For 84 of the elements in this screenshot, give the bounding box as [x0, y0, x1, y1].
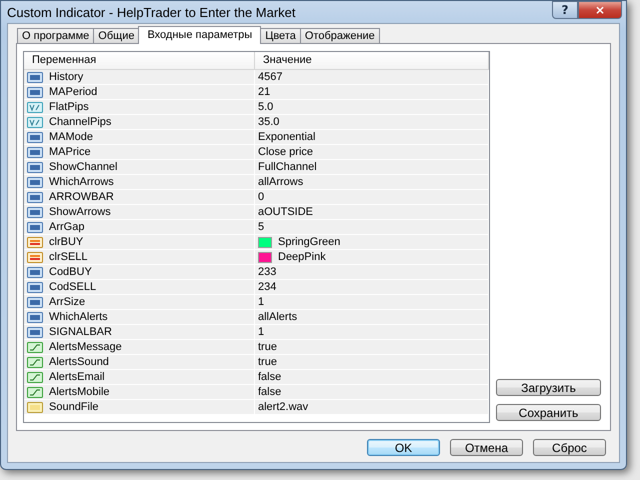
parameter-value[interactable]: FullChannel: [258, 160, 317, 174]
parameter-value[interactable]: 35.0: [258, 115, 280, 129]
parameter-name: History: [49, 70, 84, 84]
number-type-icon: [27, 282, 43, 292]
tab[interactable]: Общие: [93, 28, 140, 43]
number-type-icon: [27, 206, 43, 218]
parameter-name: ArrSize: [49, 295, 86, 309]
parameter-name: ARROWBAR: [49, 190, 114, 204]
parameter-name: WhichAlerts: [49, 310, 108, 324]
parameter-name: AlertsEmail: [49, 370, 105, 384]
parameter-value[interactable]: allAlerts: [258, 310, 298, 324]
switch-type-icon: [27, 342, 43, 352]
parameter-value[interactable]: DeepPink: [278, 250, 326, 264]
color-type-icon: [27, 236, 43, 248]
window-title: Custom Indicator - HelpTrader to Enter the Market: [6, 4, 296, 20]
parameter-name: ShowChannel: [49, 160, 118, 174]
number-type-icon: [27, 146, 43, 158]
number-type-icon: [27, 222, 43, 232]
color-type-icon: [27, 252, 43, 262]
decimal-type-icon: [27, 102, 43, 112]
column-header[interactable]: Значение: [255, 52, 489, 70]
parameter-value[interactable]: 5.0: [258, 100, 274, 114]
parameter-value[interactable]: Close price: [258, 145, 314, 159]
number-type-icon: [27, 326, 43, 338]
parameter-value[interactable]: Exponential: [258, 130, 316, 144]
switch-type-icon: [27, 356, 43, 368]
parameter-name: ShowArrows: [49, 205, 111, 219]
cancel-button[interactable]: Отмена: [450, 439, 523, 456]
parameter-value[interactable]: 0: [258, 190, 264, 204]
parameter-name: clrBUY: [49, 235, 84, 249]
number-type-icon: [27, 296, 43, 308]
number-type-icon: [27, 132, 43, 142]
help-button[interactable]: ?: [552, 1, 578, 19]
parameter-name: MAPeriod: [49, 85, 98, 99]
parameter-value[interactable]: false: [258, 370, 282, 384]
reset-button[interactable]: Сброс: [533, 439, 606, 456]
parameter-value[interactable]: 233: [258, 265, 276, 279]
parameter-name: SIGNALBAR: [49, 325, 112, 339]
parameter-value[interactable]: 1: [258, 295, 264, 309]
number-type-icon: [27, 86, 43, 98]
parameter-name: ChannelPips: [49, 115, 112, 129]
parameter-name: CodSELL: [49, 280, 96, 294]
parameter-name: SoundFile: [49, 400, 99, 414]
parameter-name: MAMode: [49, 130, 94, 144]
parameter-name: CodBUY: [49, 265, 92, 279]
load-button[interactable]: Загрузить: [496, 379, 601, 396]
number-type-icon: [27, 266, 43, 278]
parameter-value[interactable]: 234: [258, 280, 276, 294]
parameter-value[interactable]: 21: [258, 85, 270, 99]
parameter-value[interactable]: allArrows: [258, 175, 304, 189]
number-type-icon: [27, 72, 43, 82]
parameter-name: clrSELL: [49, 250, 88, 264]
column-header[interactable]: Переменная: [24, 52, 255, 70]
parameter-name: AlertsSound: [49, 355, 109, 369]
parameter-value[interactable]: SpringGreen: [278, 235, 340, 249]
parameter-value[interactable]: 5: [258, 220, 264, 234]
ok-button[interactable]: OK: [367, 439, 440, 456]
parameter-name: FlatPips: [49, 100, 89, 114]
parameter-name: AlertsMobile: [49, 385, 110, 399]
parameter-value[interactable]: 1: [258, 325, 264, 339]
number-type-icon: [27, 162, 43, 172]
parameter-value[interactable]: alert2.wav: [258, 400, 308, 414]
parameter-name: AlertsMessage: [49, 340, 122, 354]
tab[interactable]: Цвета: [260, 28, 301, 43]
number-type-icon: [27, 312, 43, 322]
parameter-value[interactable]: false: [258, 385, 282, 399]
tab[interactable]: О программе: [17, 28, 94, 43]
parameter-value[interactable]: true: [258, 355, 277, 369]
tab[interactable]: Входные параметры: [138, 26, 262, 44]
parameter-value[interactable]: 4567: [258, 70, 282, 84]
save-button[interactable]: Сохранить: [496, 404, 601, 421]
parameter-name: MAPrice: [49, 145, 91, 159]
parameter-name: ArrGap: [49, 220, 84, 234]
decimal-type-icon: [27, 116, 43, 128]
parameter-name: WhichArrows: [49, 175, 114, 189]
text-type-icon: [27, 402, 43, 412]
close-button[interactable]: ×: [578, 1, 622, 19]
number-type-icon: [27, 176, 43, 188]
tab[interactable]: Отображение: [300, 28, 380, 43]
parameter-value[interactable]: aOUTSIDE: [258, 205, 314, 219]
switch-type-icon: [27, 372, 43, 382]
number-type-icon: [27, 192, 43, 202]
parameter-value[interactable]: true: [258, 340, 277, 354]
switch-type-icon: [27, 386, 43, 398]
